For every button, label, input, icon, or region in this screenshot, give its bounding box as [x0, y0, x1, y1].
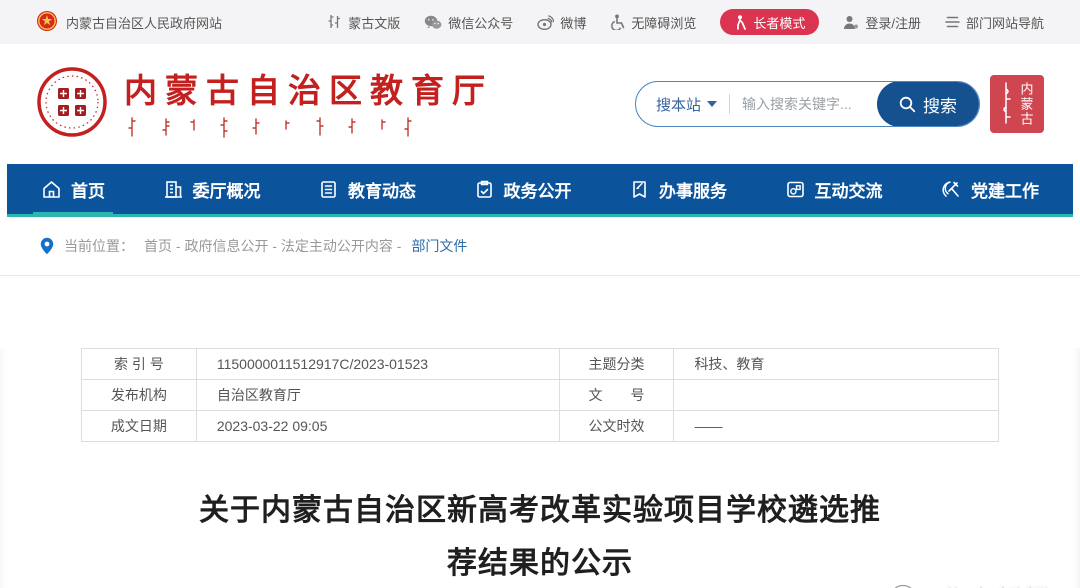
meta-label: 主题分类	[559, 349, 674, 380]
home-icon	[41, 179, 62, 200]
gov-site-link[interactable]: 内蒙古自治区人民政府网站	[36, 10, 222, 35]
article-title-line2: 荐结果的公示	[0, 537, 1080, 588]
search-scope-selector[interactable]: 搜本站	[636, 94, 729, 115]
header-right: 搜本站 搜索 内蒙古	[635, 75, 1044, 133]
site-title: 内蒙古自治区教育厅	[124, 64, 493, 112]
file-pen-icon	[629, 179, 650, 200]
accessibility-icon	[610, 14, 625, 30]
nav-item-edu-news[interactable]: 教育动态	[314, 164, 420, 214]
national-emblem-icon	[36, 10, 58, 35]
search-input[interactable]	[730, 96, 877, 112]
table-row: 成文日期 2023-03-22 09:05 公文时效 ——	[82, 411, 999, 442]
clipboard-check-icon	[474, 179, 495, 200]
table-row: 发布机构 自治区教育厅 文 号	[82, 380, 999, 411]
breadcrumb-current-link[interactable]: 部门文件	[411, 236, 467, 256]
gov-site-name: 内蒙古自治区人民政府网站	[66, 13, 222, 32]
chevron-down-icon	[707, 101, 717, 107]
breadcrumb: 当前位置： 首页 - 政府信息公开 - 法定主动公开内容 - 部门文件	[0, 217, 1080, 276]
mongolian-script-subtitle	[124, 116, 493, 145]
meta-label: 索 引 号	[82, 349, 197, 380]
hammer-sickle-icon	[940, 179, 962, 200]
meta-label: 公文时效	[559, 411, 674, 442]
mongolian-version-link[interactable]: 蒙古文版	[327, 13, 400, 32]
nav-item-services[interactable]: 办事服务	[625, 164, 731, 214]
user-icon	[843, 15, 859, 30]
meta-label: 成文日期	[82, 411, 197, 442]
meta-value: 科技、教育	[674, 349, 999, 380]
mongolian-script-icon	[327, 14, 342, 30]
wechat-icon	[424, 15, 442, 30]
meta-value	[674, 380, 999, 411]
nav-item-home[interactable]: 首页	[37, 164, 109, 214]
search-icon	[899, 96, 916, 113]
meta-value: 1150000011512917C/2023-01523	[196, 349, 559, 380]
building-icon	[163, 179, 184, 200]
site-header: 内蒙古自治区教育厅	[0, 44, 1080, 164]
chat-bubbles-icon	[785, 179, 806, 200]
seal-mongolian-script	[999, 81, 1013, 127]
topbar-links: 蒙古文版 微信公众号 微博	[327, 9, 1044, 35]
article-title-line1: 关于内蒙古自治区新高考改革实验项目学校遴选推	[0, 484, 1080, 537]
document-list-icon	[318, 179, 339, 200]
meta-value: 2023-03-22 09:05	[196, 411, 559, 442]
menu-icon	[945, 16, 960, 28]
site-logo[interactable]: 内蒙古自治区教育厅	[36, 64, 493, 145]
location-pin-icon	[40, 237, 54, 255]
nav-item-overview[interactable]: 委厅概况	[159, 164, 265, 214]
wechat-official-link[interactable]: 微信公众号	[424, 13, 513, 32]
brand-text: 内蒙古自治区教育厅	[124, 64, 493, 145]
meta-value: 自治区教育厅	[196, 380, 559, 411]
breadcrumb-path: 首页 - 政府信息公开 - 法定主动公开内容 -	[144, 236, 401, 256]
accessibility-link[interactable]: 无障碍浏览	[610, 13, 696, 32]
article-title: 关于内蒙古自治区新高考改革实验项目学校遴选推 荐结果的公示	[0, 484, 1080, 588]
elder-person-icon	[734, 15, 747, 30]
weibo-icon	[537, 15, 554, 30]
table-row: 索 引 号 1150000011512917C/2023-01523 主题分类 …	[82, 349, 999, 380]
nav-item-party-work[interactable]: 党建工作	[936, 164, 1043, 214]
search-box: 搜本站 搜索	[635, 81, 980, 127]
main-nav: 首页 委厅概况 教育动态 政务公开 办事服务	[7, 164, 1073, 217]
meta-label: 发布机构	[82, 380, 197, 411]
nav-item-interaction[interactable]: 互动交流	[781, 164, 887, 214]
document-meta-table: 索 引 号 1150000011512917C/2023-01523 主题分类 …	[81, 348, 999, 442]
login-register-link[interactable]: 登录/注册	[843, 13, 921, 32]
top-utility-bar: 内蒙古自治区人民政府网站 蒙古文版 微信公众号	[0, 0, 1080, 44]
meta-value: ——	[674, 411, 999, 442]
document-content: 索 引 号 1150000011512917C/2023-01523 主题分类 …	[0, 348, 1080, 588]
weibo-link[interactable]: 微博	[537, 13, 586, 32]
nav-item-gov-info[interactable]: 政务公开	[470, 164, 576, 214]
elder-mode-button[interactable]: 长者模式	[720, 9, 819, 35]
search-button[interactable]: 搜索	[877, 81, 979, 127]
meta-label: 文 号	[559, 380, 674, 411]
red-seal-stamp: 内蒙古	[990, 75, 1044, 133]
breadcrumb-label: 当前位置：	[64, 236, 134, 256]
dept-site-nav-link[interactable]: 部门网站导航	[945, 13, 1044, 32]
seal-logo-icon	[36, 66, 108, 143]
